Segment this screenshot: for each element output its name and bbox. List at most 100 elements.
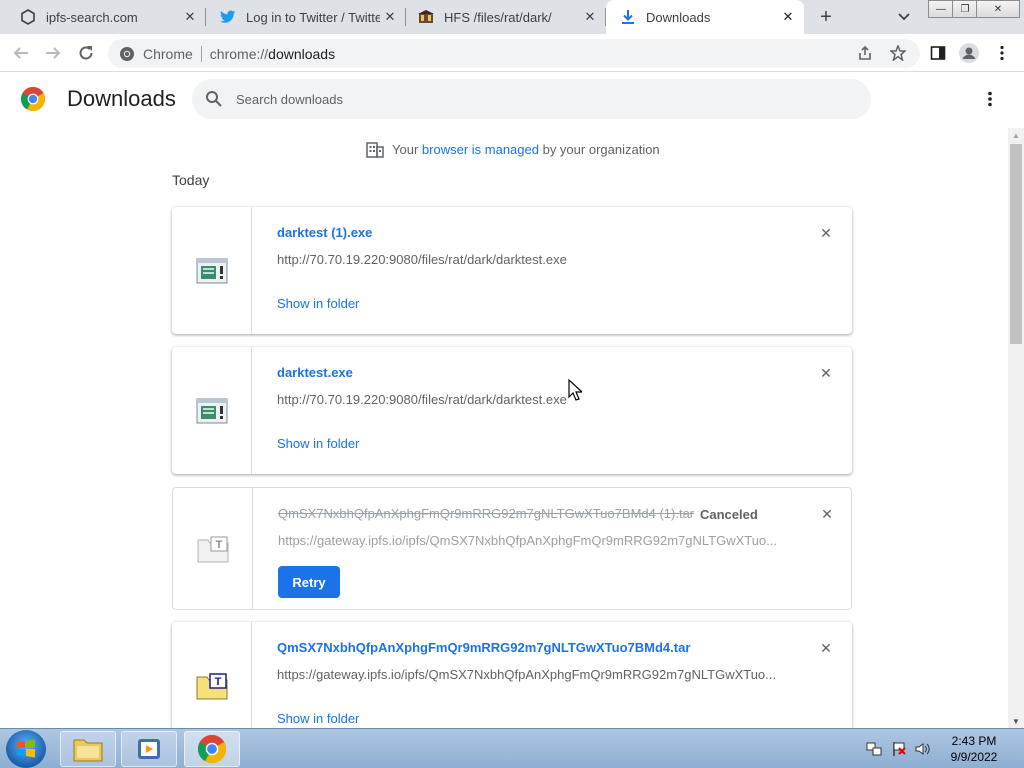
volume-icon[interactable]: [914, 741, 930, 757]
source-url[interactable]: http://70.70.19.220:9080/files/rat/dark/…: [277, 392, 567, 407]
downloads-list-area: Your browser is managed by your organiza…: [0, 128, 1008, 728]
address-bar[interactable]: Chrome chrome://downloads: [108, 39, 920, 68]
browser-toolbar: Chrome chrome://downloads: [0, 34, 1024, 72]
retry-button[interactable]: Retry: [278, 566, 340, 598]
status-badge: Canceled: [700, 507, 758, 522]
tar-file-icon: T: [197, 536, 228, 562]
file-name-link[interactable]: QmSX7NxbhQfpAnXphgFmQr9mRRG92m7gNLTGwXTu…: [277, 640, 690, 655]
hfs-icon: [418, 9, 434, 25]
profile-avatar-icon[interactable]: [957, 41, 981, 65]
forward-button[interactable]: [41, 41, 65, 65]
taskbar-chrome[interactable]: [184, 731, 240, 767]
source-url[interactable]: https://gateway.ipfs.io/ipfs/QmSX7NxbhQf…: [277, 667, 776, 682]
chrome-site-icon: [120, 46, 134, 61]
taskbar-media-player[interactable]: [121, 731, 177, 767]
close-window-button[interactable]: ✕: [976, 0, 1020, 18]
show-in-folder-link[interactable]: Show in folder: [277, 296, 359, 311]
separator: [200, 45, 202, 62]
source-url[interactable]: http://70.70.19.220:9080/files/rat/dark/…: [277, 252, 567, 267]
mouse-cursor-icon: [568, 379, 582, 401]
media-player-icon: [138, 739, 160, 759]
chrome-icon: [198, 735, 226, 763]
tab-title: HFS /files/rat/dark/: [444, 9, 552, 25]
system-clock[interactable]: 2:43 PM 9/9/2022: [944, 733, 1004, 765]
vertical-scrollbar[interactable]: ▲ ▼: [1008, 128, 1024, 728]
windows-taskbar: 2:43 PM 9/9/2022: [0, 728, 1024, 768]
new-tab-button[interactable]: +: [814, 5, 838, 29]
tab-title: Downloads: [646, 9, 711, 25]
date-section-label: Today: [172, 172, 210, 188]
search-input[interactable]: [236, 91, 796, 107]
side-panel-icon[interactable]: [926, 41, 950, 65]
download-item: T QmSX7NxbhQfpAnXphgFmQr9mRRG92m7gNLTGwX…: [172, 622, 852, 728]
windows-logo-icon: [17, 739, 35, 758]
exe-file-icon: [196, 398, 227, 423]
close-icon[interactable]: ✕: [180, 7, 200, 27]
tab-hfs[interactable]: HFS /files/rat/dark/ ✕: [398, 0, 606, 34]
download-item: darktest.exe http://70.70.19.220:9080/fi…: [172, 347, 852, 474]
managed-suffix: by your organization: [542, 141, 660, 157]
remove-item-close-icon[interactable]: ✕: [817, 224, 835, 242]
close-icon[interactable]: ✕: [778, 7, 798, 27]
svg-text:T: T: [215, 539, 222, 551]
taskbar-explorer[interactable]: [60, 731, 116, 767]
show-in-folder-link[interactable]: Show in folder: [277, 436, 359, 451]
folder-icon: [73, 739, 103, 762]
download-icon: [620, 9, 636, 25]
remove-item-close-icon[interactable]: ✕: [818, 505, 836, 523]
back-button[interactable]: [9, 41, 33, 65]
search-downloads-box[interactable]: [192, 79, 871, 119]
scrollbar-thumb[interactable]: [1010, 144, 1022, 344]
file-name-canceled: QmSX7NxbhQfpAnXphgFmQr9mRRG92m7gNLTGwXTu…: [278, 506, 695, 521]
ipfs-icon: [20, 9, 36, 25]
file-icon-column: [172, 347, 252, 474]
source-url[interactable]: https://gateway.ipfs.io/ipfs/QmSX7NxbhQf…: [278, 533, 777, 548]
close-icon[interactable]: ✕: [380, 7, 400, 27]
download-item-canceled: T QmSX7NxbhQfpAnXphgFmQr9mRRG92m7gNLTGwX…: [172, 487, 852, 610]
maximize-button[interactable]: ❐: [952, 0, 978, 18]
show-in-folder-link[interactable]: Show in folder: [277, 711, 359, 726]
bookmark-star-icon[interactable]: [886, 41, 910, 65]
share-icon[interactable]: [853, 41, 877, 65]
tab-title: Log in to Twitter / Twitter: [246, 9, 380, 25]
scroll-down-arrow-icon[interactable]: ▼: [1008, 714, 1024, 728]
downloads-header: Downloads: [0, 72, 1024, 128]
managed-link[interactable]: browser is managed: [422, 142, 539, 157]
reload-button[interactable]: [74, 41, 98, 65]
download-item: darktest (1).exe http://70.70.19.220:908…: [172, 207, 852, 334]
file-icon-column: T: [172, 622, 252, 728]
tar-file-icon: T: [196, 672, 227, 699]
managed-prefix: Your: [392, 141, 419, 157]
more-actions-icon[interactable]: [980, 87, 1000, 111]
page-title: Downloads: [67, 86, 176, 111]
tab-strip: ipfs-search.com ✕ Log in to Twitter / Tw…: [0, 0, 1024, 34]
building-icon: [366, 142, 384, 158]
close-icon[interactable]: ✕: [580, 7, 600, 27]
file-icon-column: [172, 207, 252, 334]
tab-ipfs-search[interactable]: ipfs-search.com ✕: [0, 0, 206, 34]
remove-item-close-icon[interactable]: ✕: [817, 364, 835, 382]
chevron-down-icon[interactable]: [893, 6, 915, 28]
exe-file-icon: [196, 258, 227, 283]
network-icon[interactable]: [866, 741, 882, 757]
clock-date: 9/9/2022: [950, 750, 998, 764]
remove-item-close-icon[interactable]: ✕: [817, 639, 835, 657]
tab-title: ipfs-search.com: [46, 9, 138, 25]
file-name-link[interactable]: darktest (1).exe: [277, 225, 372, 240]
file-icon-column: T: [173, 488, 253, 609]
managed-notice: Your browser is managed by your organiza…: [366, 140, 660, 158]
tab-downloads[interactable]: Downloads ✕: [606, 0, 804, 34]
browser-menu-icon[interactable]: [990, 41, 1014, 65]
scroll-up-arrow-icon[interactable]: ▲: [1008, 128, 1024, 142]
url-text[interactable]: chrome://downloads: [210, 46, 335, 62]
tab-twitter[interactable]: Log in to Twitter / Twitter ✕: [200, 0, 406, 34]
start-button[interactable]: [6, 730, 46, 768]
file-name-link[interactable]: darktest.exe: [277, 365, 353, 380]
chrome-logo-icon: [21, 87, 45, 111]
site-label: Chrome: [143, 45, 193, 62]
action-center-flag-icon[interactable]: [891, 741, 907, 757]
twitter-icon: [220, 9, 236, 25]
svg-text:T: T: [214, 676, 221, 688]
search-icon: [206, 91, 222, 107]
minimize-button[interactable]: —: [928, 0, 954, 18]
